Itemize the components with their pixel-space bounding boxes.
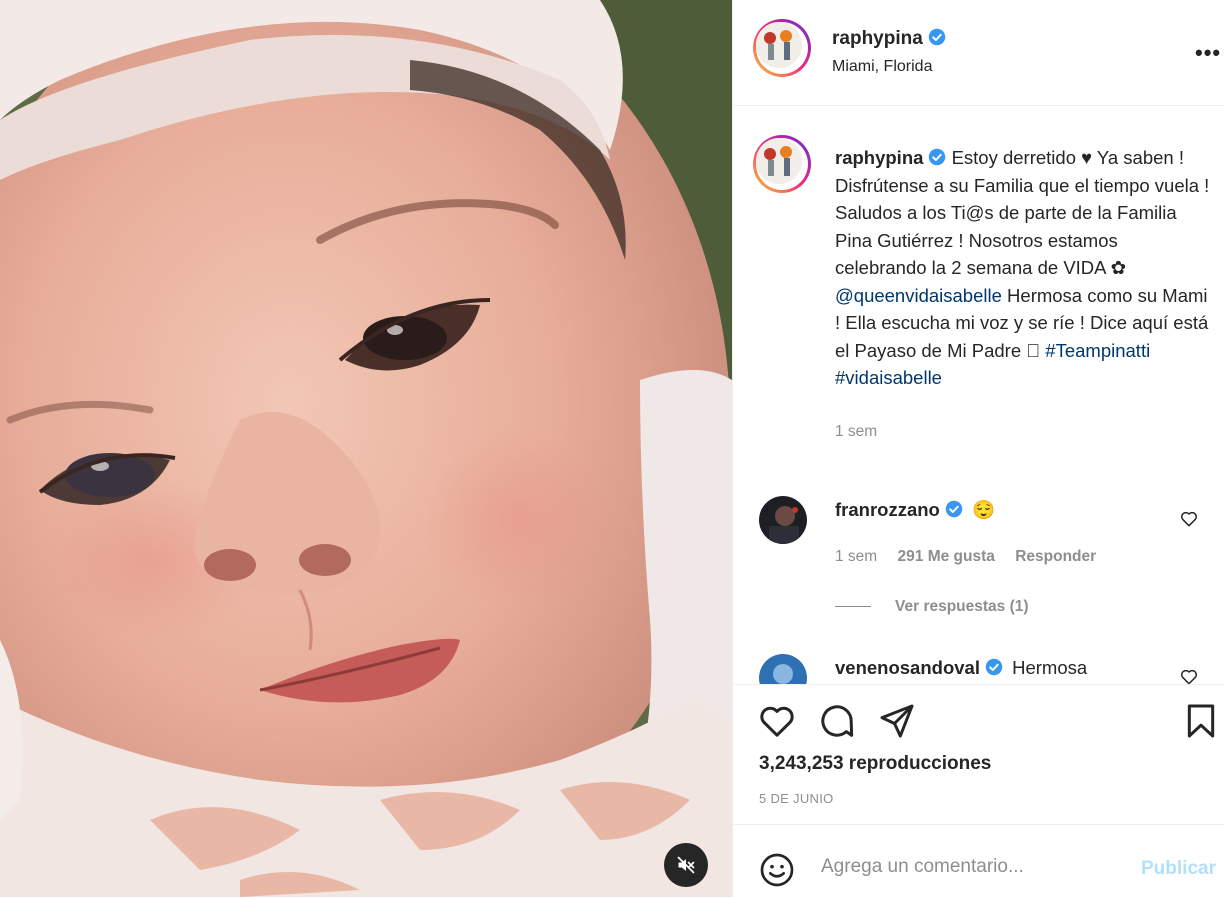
author-avatar-image: [756, 22, 802, 68]
verified-badge-icon: [945, 500, 963, 518]
comment-text: Hermosa: [1012, 657, 1088, 678]
comment-timestamp[interactable]: 1 sem: [835, 548, 877, 565]
publish-button[interactable]: Publicar: [1141, 858, 1216, 880]
post-video[interactable]: [0, 0, 732, 897]
add-comment-bar: Publicar: [733, 824, 1224, 898]
verified-badge-icon: [928, 28, 946, 46]
comment-meta: 1 sem 291 Me gusta Responder: [835, 548, 1096, 566]
view-count[interactable]: 3,243,253 reproducciones: [759, 753, 991, 775]
hashtag-link[interactable]: #Teampinatti: [1045, 340, 1150, 361]
baby-photo: [0, 0, 732, 897]
reply-button[interactable]: Responder: [1015, 548, 1096, 565]
post-date[interactable]: 5 DE JUNIO: [759, 791, 834, 806]
commenter-avatar[interactable]: [759, 496, 807, 544]
author-avatar[interactable]: [753, 19, 811, 77]
comment-username[interactable]: franrozzano: [835, 499, 940, 520]
bookmark-icon[interactable]: [1181, 701, 1221, 741]
post-side-panel: raphypina Miami, Florida ••• raphypina E…: [732, 0, 1224, 897]
mute-button[interactable]: [664, 843, 708, 887]
caption-author-avatar[interactable]: [753, 135, 811, 193]
caption-timestamp[interactable]: 1 sem: [835, 418, 1210, 446]
comment-username[interactable]: venenosandoval: [835, 657, 980, 678]
caption-username[interactable]: raphypina: [835, 147, 923, 168]
author-username[interactable]: raphypina: [832, 28, 923, 49]
post-header: raphypina Miami, Florida •••: [733, 0, 1224, 106]
comment-text: 😌: [971, 499, 996, 520]
post-actions: 3,243,253 reproducciones 5 DE JUNIO: [733, 684, 1224, 825]
hashtag-link[interactable]: #vidaisabelle: [835, 367, 942, 388]
heart-icon[interactable]: [757, 701, 797, 741]
emoji-icon[interactable]: [757, 850, 797, 890]
commenter-avatar[interactable]: [759, 654, 807, 684]
post-caption: raphypina Estoy derretido ♥ Ya saben ! D…: [835, 144, 1210, 445]
comment-item: venenosandoval Hermosa: [835, 657, 1087, 679]
comment-like-heart-icon[interactable]: [1179, 509, 1199, 529]
verified-badge-icon: [985, 658, 1003, 676]
comment-likes[interactable]: 291 Me gusta: [898, 548, 995, 565]
replies-divider: [835, 606, 871, 608]
send-icon[interactable]: [877, 701, 917, 741]
post-location[interactable]: Miami, Florida: [832, 58, 932, 76]
comments-section[interactable]: raphypina Estoy derretido ♥ Ya saben ! D…: [733, 106, 1224, 684]
more-options-icon[interactable]: •••: [1195, 40, 1221, 66]
caption-mention[interactable]: @queenvidaisabelle: [835, 285, 1002, 306]
comment-item: franrozzano 😌: [835, 499, 995, 521]
view-replies-button[interactable]: Ver respuestas (1): [835, 598, 1029, 616]
comment-like-heart-icon[interactable]: [1179, 667, 1199, 684]
comment-input[interactable]: [819, 855, 1123, 879]
verified-badge-icon: [929, 148, 946, 166]
comment-icon[interactable]: [817, 701, 857, 741]
muted-speaker-icon: [677, 856, 695, 874]
